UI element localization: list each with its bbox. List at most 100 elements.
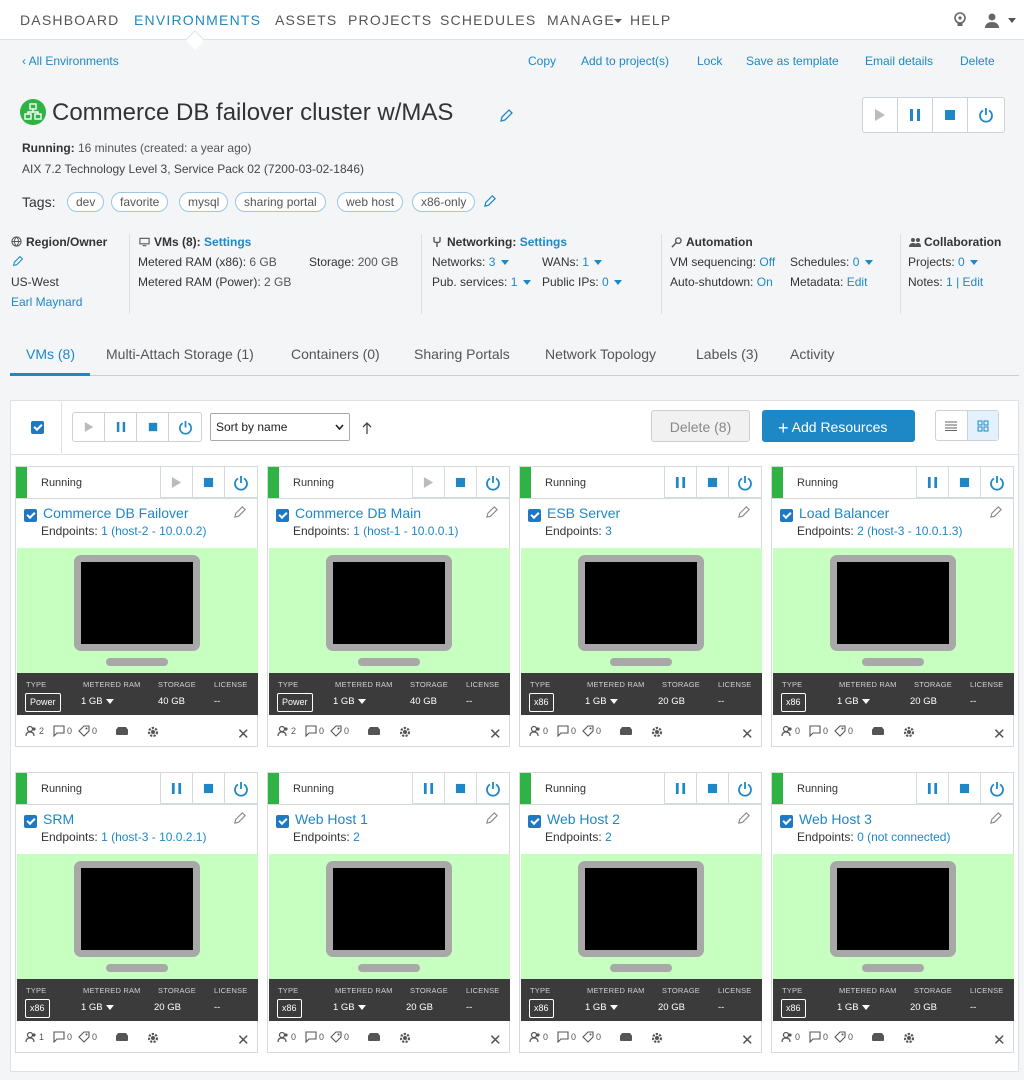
vm-users[interactable]: 0 [529, 725, 548, 737]
vm-select-checkbox[interactable] [276, 815, 289, 828]
vm-comments[interactable]: 0 [557, 725, 576, 737]
vm-disk-button[interactable] [367, 725, 381, 737]
vm-edit-button[interactable] [233, 811, 247, 828]
notes-edit-link[interactable]: Edit [963, 275, 984, 289]
vm-console-preview[interactable] [773, 854, 1014, 979]
vm-console-preview[interactable] [521, 548, 762, 673]
vm-ram-dropdown[interactable]: 1 GB [837, 1002, 870, 1013]
vm-edit-button[interactable] [989, 505, 1003, 522]
vm-users[interactable]: 0 [781, 725, 800, 737]
tag-sharing-portal[interactable]: sharing portal [235, 192, 326, 212]
vm-comments[interactable]: 0 [53, 1031, 72, 1043]
vm-select-checkbox[interactable] [24, 509, 37, 522]
vm-disk-button[interactable] [871, 1031, 885, 1043]
vm-endpoints-link[interactable]: 2 [605, 830, 612, 844]
vm-select-checkbox[interactable] [276, 509, 289, 522]
vm-select-checkbox[interactable] [528, 509, 541, 522]
vm-name-link[interactable]: Web Host 3 [799, 811, 872, 827]
vm-tags[interactable]: 0 [834, 1031, 853, 1043]
vm-name-link[interactable]: Commerce DB Failover [43, 505, 188, 521]
vm-endpoints-link[interactable]: 2 [353, 830, 360, 844]
bulk-play-button[interactable] [73, 413, 105, 441]
notes-count-link[interactable]: 1 [946, 275, 953, 289]
tab-vms[interactable]: VMs (8) [26, 346, 75, 362]
tab-activity[interactable]: Activity [790, 346, 834, 362]
vm-users[interactable]: 0 [529, 1031, 548, 1043]
vm-power-button[interactable] [225, 773, 257, 804]
pause-button[interactable] [898, 98, 933, 132]
vm-disk-button[interactable] [619, 725, 633, 737]
sort-direction-arrow-up-icon[interactable] [361, 421, 373, 435]
nav-assets[interactable]: ASSETS [275, 12, 337, 28]
vm-edit-button[interactable] [737, 811, 751, 828]
vm-settings-button[interactable] [398, 725, 412, 739]
vm-pause-button[interactable] [917, 773, 949, 804]
vm-power-button[interactable] [981, 467, 1013, 498]
vm-disk-button[interactable] [871, 725, 885, 737]
vm-play-button[interactable] [413, 467, 445, 498]
vm-endpoints-link[interactable]: 1 (host-2 - 10.0.0.2) [101, 524, 206, 538]
vm-edit-button[interactable] [485, 811, 499, 828]
vm-console-preview[interactable] [773, 548, 1014, 673]
vm-stop-button[interactable] [445, 467, 477, 498]
vm-stop-button[interactable] [697, 467, 729, 498]
vm-select-checkbox[interactable] [528, 815, 541, 828]
tab-labels[interactable]: Labels (3) [696, 346, 758, 362]
vm-power-button[interactable] [477, 467, 509, 498]
vm-name-link[interactable]: SRM [43, 811, 74, 827]
vm-settings-button[interactable] [902, 725, 916, 739]
vm-pause-button[interactable] [413, 773, 445, 804]
vm-pause-button[interactable] [917, 467, 949, 498]
vm-comments[interactable]: 0 [53, 725, 72, 737]
list-view-button[interactable] [936, 411, 967, 440]
grid-view-button[interactable] [966, 411, 998, 440]
edit-region-pencil-icon[interactable] [12, 255, 24, 267]
vm-power-button[interactable] [981, 773, 1013, 804]
nav-schedules[interactable]: SCHEDULES [440, 12, 536, 28]
vm-stop-button[interactable] [697, 773, 729, 804]
vm-endpoints-link[interactable]: 3 [605, 524, 612, 538]
vm-endpoints-link[interactable]: 2 (host-3 - 10.0.1.3) [857, 524, 962, 538]
vms-settings-link[interactable]: Settings [204, 235, 251, 249]
nav-help[interactable]: HELP [630, 12, 671, 28]
vm-settings-button[interactable] [146, 1031, 160, 1045]
vm-settings-button[interactable] [398, 1031, 412, 1045]
vm-remove-button[interactable]: ✕ [237, 1031, 250, 1049]
nav-dashboard[interactable]: DASHBOARD [20, 12, 119, 28]
auto-shutdown-link[interactable]: On [757, 275, 773, 289]
lock-action[interactable]: Lock [697, 54, 722, 68]
email-details-action[interactable]: Email details [865, 54, 933, 68]
vm-settings-button[interactable] [146, 725, 160, 739]
vm-stop-button[interactable] [949, 773, 981, 804]
vm-tags[interactable]: 0 [78, 725, 97, 737]
vm-stop-button[interactable] [445, 773, 477, 804]
networks-count[interactable]: Networks: 3 [432, 255, 509, 269]
public-services-count[interactable]: Pub. services: 1 [432, 275, 531, 289]
tag-x86-only[interactable]: x86-only [412, 192, 476, 212]
vm-endpoints-link[interactable]: 1 (host-1 - 10.0.0.1) [353, 524, 458, 538]
vm-disk-button[interactable] [619, 1031, 633, 1043]
edit-title-pencil-icon[interactable] [499, 108, 514, 123]
vm-endpoints-link[interactable]: 1 (host-3 - 10.0.2.1) [101, 830, 206, 844]
schedules-count[interactable]: Schedules: 0 [790, 255, 873, 269]
vm-comments[interactable]: 0 [305, 1031, 324, 1043]
save-as-template-action[interactable]: Save as template [746, 54, 839, 68]
edit-tags-pencil-icon[interactable] [483, 194, 497, 208]
nav-environments[interactable]: ENVIRONMENTS [134, 12, 261, 28]
vm-tags[interactable]: 0 [834, 725, 853, 737]
power-button[interactable] [968, 98, 1004, 132]
vm-settings-button[interactable] [650, 725, 664, 739]
vm-pause-button[interactable] [665, 467, 697, 498]
vm-edit-button[interactable] [233, 505, 247, 522]
vm-disk-button[interactable] [367, 1031, 381, 1043]
lightbulb-icon[interactable] [953, 12, 967, 28]
vm-name-link[interactable]: Web Host 1 [295, 811, 368, 827]
bulk-pause-button[interactable] [105, 413, 137, 441]
metadata-edit-link[interactable]: Edit [847, 275, 868, 289]
vm-console-preview[interactable] [269, 854, 510, 979]
select-all-checkbox[interactable] [31, 421, 44, 434]
vm-edit-button[interactable] [737, 505, 751, 522]
wans-count[interactable]: WANs: 1 [542, 255, 603, 269]
add-resources-button[interactable]: + Add Resources [762, 410, 915, 442]
vm-power-button[interactable] [477, 773, 509, 804]
